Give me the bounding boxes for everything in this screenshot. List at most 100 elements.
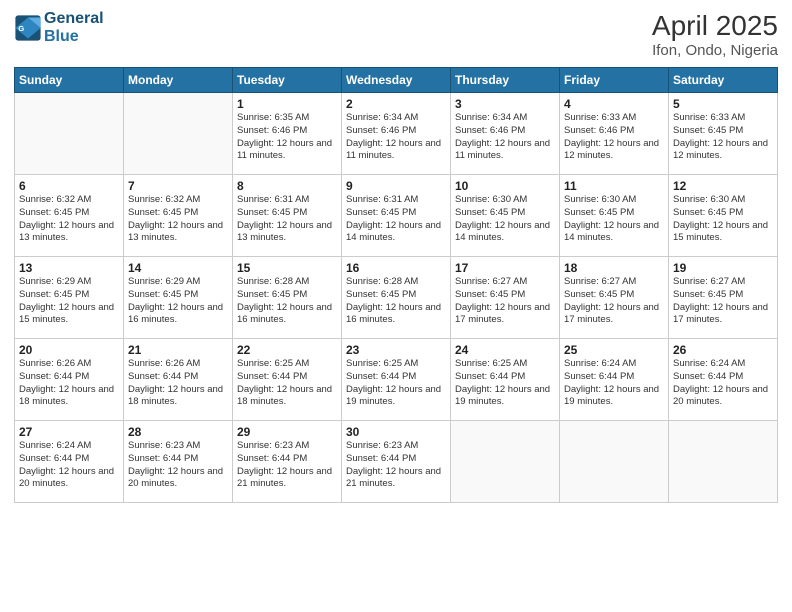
day-info-line: Sunset: 6:45 PM <box>564 207 664 220</box>
day-info: Sunrise: 6:28 AMSunset: 6:45 PMDaylight:… <box>237 276 337 327</box>
day-info: Sunrise: 6:35 AMSunset: 6:46 PMDaylight:… <box>237 112 337 163</box>
day-number: 26 <box>673 343 773 357</box>
day-info-line: Sunset: 6:44 PM <box>564 371 664 384</box>
svg-text:G: G <box>18 23 24 32</box>
day-number: 9 <box>346 179 446 193</box>
day-header-monday: Monday <box>124 68 233 93</box>
day-info-line: Daylight: 12 hours and 20 minutes. <box>673 384 773 410</box>
day-number: 17 <box>455 261 555 275</box>
day-number: 27 <box>19 425 119 439</box>
day-info: Sunrise: 6:31 AMSunset: 6:45 PMDaylight:… <box>346 194 446 245</box>
day-info-line: Daylight: 12 hours and 17 minutes. <box>455 302 555 328</box>
day-info-line: Sunrise: 6:30 AM <box>455 194 555 207</box>
day-info-line: Sunrise: 6:25 AM <box>346 358 446 371</box>
day-info-line: Sunset: 6:44 PM <box>455 371 555 384</box>
day-info-line: Sunrise: 6:34 AM <box>455 112 555 125</box>
day-number: 28 <box>128 425 228 439</box>
calendar-cell: 11Sunrise: 6:30 AMSunset: 6:45 PMDayligh… <box>560 175 669 257</box>
header: G General Blue April 2025 Ifon, Ondo, Ni… <box>14 10 778 59</box>
day-info-line: Sunset: 6:46 PM <box>564 125 664 138</box>
day-info-line: Sunset: 6:44 PM <box>128 453 228 466</box>
day-info-line: Sunset: 6:45 PM <box>564 289 664 302</box>
calendar-cell: 23Sunrise: 6:25 AMSunset: 6:44 PMDayligh… <box>342 339 451 421</box>
day-info-line: Sunrise: 6:30 AM <box>564 194 664 207</box>
day-info-line: Sunrise: 6:25 AM <box>237 358 337 371</box>
day-info-line: Sunrise: 6:24 AM <box>564 358 664 371</box>
day-info: Sunrise: 6:26 AMSunset: 6:44 PMDaylight:… <box>19 358 119 409</box>
day-info-line: Sunset: 6:45 PM <box>455 207 555 220</box>
day-number: 24 <box>455 343 555 357</box>
day-info: Sunrise: 6:24 AMSunset: 6:44 PMDaylight:… <box>19 440 119 491</box>
day-info-line: Sunrise: 6:31 AM <box>237 194 337 207</box>
calendar-cell: 17Sunrise: 6:27 AMSunset: 6:45 PMDayligh… <box>451 257 560 339</box>
calendar-cell <box>669 421 778 503</box>
day-number: 11 <box>564 179 664 193</box>
day-number: 1 <box>237 97 337 111</box>
day-number: 14 <box>128 261 228 275</box>
calendar-cell: 7Sunrise: 6:32 AMSunset: 6:45 PMDaylight… <box>124 175 233 257</box>
logo-icon: G <box>14 14 42 42</box>
day-info: Sunrise: 6:30 AMSunset: 6:45 PMDaylight:… <box>564 194 664 245</box>
day-info-line: Daylight: 12 hours and 15 minutes. <box>19 302 119 328</box>
day-info-line: Sunset: 6:44 PM <box>346 371 446 384</box>
day-info: Sunrise: 6:33 AMSunset: 6:45 PMDaylight:… <box>673 112 773 163</box>
day-info-line: Daylight: 12 hours and 18 minutes. <box>237 384 337 410</box>
calendar-cell: 9Sunrise: 6:31 AMSunset: 6:45 PMDaylight… <box>342 175 451 257</box>
day-info-line: Sunset: 6:45 PM <box>673 125 773 138</box>
day-info-line: Daylight: 12 hours and 13 minutes. <box>237 220 337 246</box>
calendar-cell: 3Sunrise: 6:34 AMSunset: 6:46 PMDaylight… <box>451 93 560 175</box>
day-info-line: Sunset: 6:44 PM <box>346 453 446 466</box>
calendar-cell: 25Sunrise: 6:24 AMSunset: 6:44 PMDayligh… <box>560 339 669 421</box>
day-info-line: Sunrise: 6:27 AM <box>564 276 664 289</box>
calendar-cell: 2Sunrise: 6:34 AMSunset: 6:46 PMDaylight… <box>342 93 451 175</box>
day-info: Sunrise: 6:25 AMSunset: 6:44 PMDaylight:… <box>346 358 446 409</box>
day-info-line: Sunset: 6:44 PM <box>19 453 119 466</box>
calendar-table: SundayMondayTuesdayWednesdayThursdayFrid… <box>14 67 778 503</box>
day-info-line: Sunset: 6:45 PM <box>237 207 337 220</box>
day-info-line: Sunset: 6:45 PM <box>19 207 119 220</box>
day-number: 5 <box>673 97 773 111</box>
day-info-line: Daylight: 12 hours and 12 minutes. <box>564 138 664 164</box>
calendar-cell: 28Sunrise: 6:23 AMSunset: 6:44 PMDayligh… <box>124 421 233 503</box>
day-info-line: Daylight: 12 hours and 16 minutes. <box>237 302 337 328</box>
day-info-line: Sunrise: 6:23 AM <box>346 440 446 453</box>
calendar-cell: 22Sunrise: 6:25 AMSunset: 6:44 PMDayligh… <box>233 339 342 421</box>
day-number: 23 <box>346 343 446 357</box>
day-number: 8 <box>237 179 337 193</box>
day-info-line: Daylight: 12 hours and 17 minutes. <box>564 302 664 328</box>
calendar-cell: 5Sunrise: 6:33 AMSunset: 6:45 PMDaylight… <box>669 93 778 175</box>
day-info-line: Daylight: 12 hours and 14 minutes. <box>564 220 664 246</box>
day-info-line: Sunrise: 6:30 AM <box>673 194 773 207</box>
day-info-line: Sunrise: 6:29 AM <box>19 276 119 289</box>
day-number: 15 <box>237 261 337 275</box>
day-info-line: Sunrise: 6:32 AM <box>128 194 228 207</box>
day-info: Sunrise: 6:23 AMSunset: 6:44 PMDaylight:… <box>237 440 337 491</box>
day-number: 3 <box>455 97 555 111</box>
calendar-cell: 6Sunrise: 6:32 AMSunset: 6:45 PMDaylight… <box>15 175 124 257</box>
day-info-line: Sunset: 6:45 PM <box>455 289 555 302</box>
day-info: Sunrise: 6:24 AMSunset: 6:44 PMDaylight:… <box>673 358 773 409</box>
day-info-line: Daylight: 12 hours and 21 minutes. <box>346 466 446 492</box>
logo-blue: Blue <box>44 28 79 45</box>
day-info-line: Daylight: 12 hours and 17 minutes. <box>673 302 773 328</box>
day-info: Sunrise: 6:27 AMSunset: 6:45 PMDaylight:… <box>673 276 773 327</box>
day-info-line: Daylight: 12 hours and 19 minutes. <box>346 384 446 410</box>
day-info-line: Sunset: 6:44 PM <box>237 371 337 384</box>
day-info-line: Sunrise: 6:35 AM <box>237 112 337 125</box>
day-info-line: Daylight: 12 hours and 14 minutes. <box>346 220 446 246</box>
day-number: 29 <box>237 425 337 439</box>
day-info-line: Sunset: 6:45 PM <box>673 207 773 220</box>
day-info-line: Sunset: 6:44 PM <box>19 371 119 384</box>
day-number: 10 <box>455 179 555 193</box>
page: G General Blue April 2025 Ifon, Ondo, Ni… <box>0 0 792 612</box>
day-info-line: Daylight: 12 hours and 16 minutes. <box>128 302 228 328</box>
day-number: 4 <box>564 97 664 111</box>
day-info-line: Daylight: 12 hours and 11 minutes. <box>237 138 337 164</box>
calendar-subtitle: Ifon, Ondo, Nigeria <box>652 42 778 59</box>
day-info-line: Sunrise: 6:27 AM <box>455 276 555 289</box>
day-info-line: Daylight: 12 hours and 18 minutes. <box>128 384 228 410</box>
calendar-cell: 26Sunrise: 6:24 AMSunset: 6:44 PMDayligh… <box>669 339 778 421</box>
day-info-line: Daylight: 12 hours and 12 minutes. <box>673 138 773 164</box>
day-info: Sunrise: 6:23 AMSunset: 6:44 PMDaylight:… <box>128 440 228 491</box>
calendar-week-4: 20Sunrise: 6:26 AMSunset: 6:44 PMDayligh… <box>15 339 778 421</box>
